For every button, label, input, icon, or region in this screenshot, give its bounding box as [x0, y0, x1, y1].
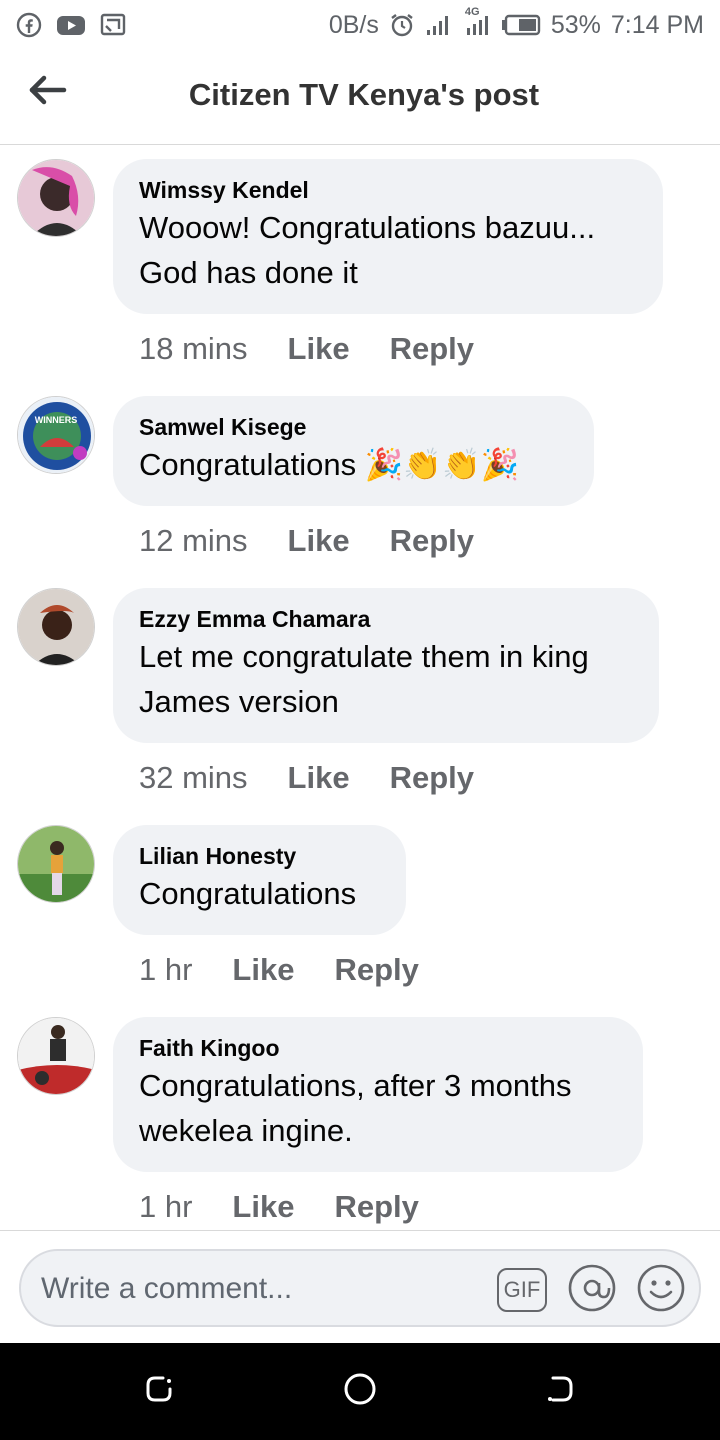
recent-apps-icon	[143, 1372, 177, 1411]
comment-actions: 32 mins Like Reply	[139, 760, 474, 796]
comment-text: God has done it	[139, 255, 358, 290]
comment-composer: GIF	[0, 1230, 720, 1343]
recent-apps-button[interactable]	[140, 1371, 180, 1411]
like-button[interactable]: Like	[288, 523, 350, 559]
comment-bubble[interactable]: Wimssy Kendel Wooow! Congratulations baz…	[113, 159, 663, 314]
like-button[interactable]: Like	[232, 952, 294, 988]
comment-author[interactable]: Wimssy Kendel	[139, 175, 637, 205]
comment-time[interactable]: 1 hr	[139, 952, 192, 988]
like-button[interactable]: Like	[288, 760, 350, 796]
reply-button[interactable]: Reply	[390, 523, 474, 559]
comment-bubble[interactable]: Samwel Kisege Congratulations 🎉👏👏🎉	[113, 396, 594, 506]
comment-text: Congratulations	[139, 876, 357, 911]
avatar[interactable]	[17, 159, 95, 237]
comment-author[interactable]: Ezzy Emma Chamara	[139, 604, 633, 634]
mention-button[interactable]	[567, 1263, 617, 1318]
comment-actions: 1 hr Like Reply	[139, 1189, 419, 1225]
avatar[interactable]	[17, 825, 95, 903]
home-icon	[342, 1371, 378, 1412]
comment-bubble[interactable]: Faith Kingoo Congratulations, after 3 mo…	[113, 1017, 643, 1172]
youtube-icon	[56, 12, 86, 38]
comment-actions: 1 hr Like Reply	[139, 952, 419, 988]
back-nav-icon	[543, 1372, 577, 1411]
comment-text: Wooow! Congratulations bazuu...	[139, 210, 596, 245]
comments-list[interactable]: Wimssy Kendel Wooow! Congratulations baz…	[0, 146, 720, 1230]
comment-author[interactable]: Samwel Kisege	[139, 412, 568, 442]
cast-icon	[100, 12, 126, 38]
emoji-icon	[636, 1263, 686, 1318]
comment-actions: 18 mins Like Reply	[139, 331, 474, 367]
gif-icon: GIF	[497, 1268, 547, 1312]
reply-button[interactable]: Reply	[390, 331, 474, 367]
status-bar: 0B/s 4G 53% 7:14 PM	[0, 0, 720, 50]
comment-author[interactable]: Faith Kingoo	[139, 1033, 617, 1063]
comment-actions: 12 mins Like Reply	[139, 523, 474, 559]
emoji-button[interactable]	[636, 1263, 686, 1318]
reply-button[interactable]: Reply	[334, 1189, 418, 1225]
comment-bubble[interactable]: Ezzy Emma Chamara Let me congratulate th…	[113, 588, 659, 743]
page-title: Citizen TV Kenya's post	[188, 77, 540, 112]
avatar[interactable]: WINNERS	[17, 396, 95, 474]
comment-input[interactable]	[41, 1269, 491, 1309]
reply-button[interactable]: Reply	[390, 760, 474, 796]
battery-text: 53%	[550, 10, 601, 39]
comment-text: James version	[139, 684, 339, 719]
avatar-badge-text: WINNERS	[34, 415, 78, 425]
facebook-icon	[16, 12, 42, 38]
home-button[interactable]	[340, 1371, 380, 1411]
avatar[interactable]	[17, 1017, 95, 1095]
net-speed-text: 0B/s	[328, 10, 379, 39]
comment-author[interactable]: Lilian Honesty	[139, 841, 380, 871]
gif-label: GIF	[503, 1277, 541, 1302]
clock-text: 7:14 PM	[610, 10, 704, 39]
comment-bubble[interactable]: Lilian Honesty Congratulations	[113, 825, 406, 935]
comment-time[interactable]: 18 mins	[139, 331, 248, 367]
system-nav-bar	[0, 1343, 720, 1440]
post-header: Citizen TV Kenya's post	[0, 50, 720, 145]
comment-text: Congratulations, after 3 months	[139, 1068, 572, 1103]
back-nav-button[interactable]	[540, 1371, 580, 1411]
alarm-icon	[389, 12, 415, 38]
comment-time[interactable]: 1 hr	[139, 1189, 192, 1225]
gif-button[interactable]: GIF	[497, 1265, 547, 1315]
reply-button[interactable]: Reply	[334, 952, 418, 988]
like-button[interactable]: Like	[288, 331, 350, 367]
comment-text: Congratulations 🎉👏👏🎉	[139, 447, 520, 482]
signal-icon	[425, 12, 453, 38]
signal-4g-icon: 4G	[463, 6, 491, 38]
comment-box[interactable]: GIF	[19, 1249, 701, 1327]
avatar[interactable]	[17, 588, 95, 666]
comment-text: Let me congratulate them in king	[139, 639, 589, 674]
comment-text: wekelea ingine.	[139, 1113, 353, 1148]
comment-time[interactable]: 12 mins	[139, 523, 248, 559]
like-button[interactable]: Like	[232, 1189, 294, 1225]
comment-time[interactable]: 32 mins	[139, 760, 248, 796]
battery-icon	[501, 12, 541, 38]
mention-icon	[567, 1263, 617, 1318]
